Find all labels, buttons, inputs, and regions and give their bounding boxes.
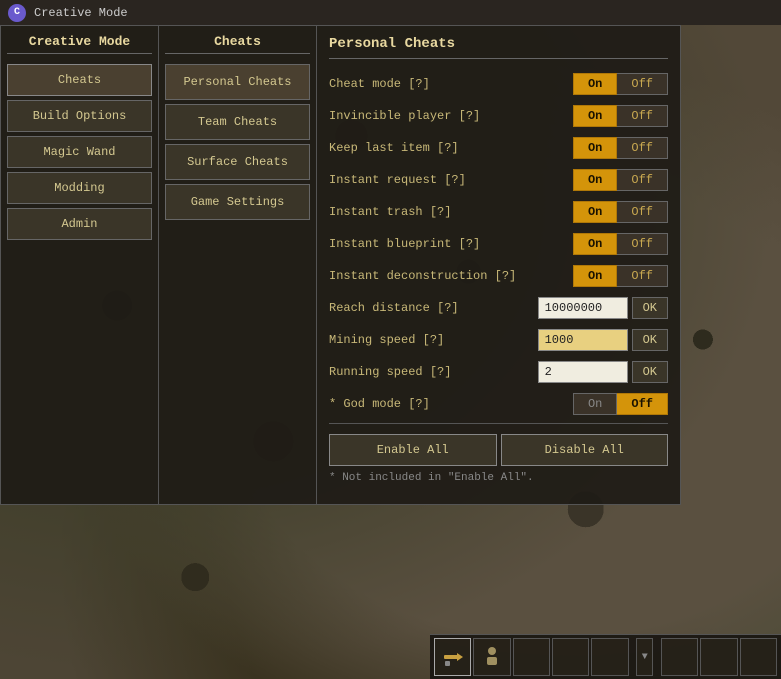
ok-mining-speed[interactable]: OK bbox=[632, 329, 668, 351]
ok-reach-distance[interactable]: OK bbox=[632, 297, 668, 319]
toggle-cheat-mode-off[interactable]: Off bbox=[617, 73, 668, 95]
toggle-keep-last-item: On Off bbox=[573, 137, 668, 159]
toolbar-slot-5[interactable] bbox=[591, 638, 628, 676]
toolbar-slot-2[interactable] bbox=[473, 638, 510, 676]
label-instant-trash: Instant trash [?] bbox=[329, 205, 573, 219]
separator bbox=[329, 423, 668, 424]
label-instant-deconstruction: Instant deconstruction [?] bbox=[329, 269, 573, 283]
option-reach-distance: Reach distance [?] OK bbox=[329, 295, 668, 321]
option-god-mode: * God mode [?] On Off bbox=[329, 391, 668, 417]
label-keep-last-item: Keep last item [?] bbox=[329, 141, 573, 155]
label-reach-distance: Reach distance [?] bbox=[329, 301, 538, 315]
panels-wrapper: Creative Mode Cheats Build Options Magic… bbox=[0, 25, 681, 505]
label-running-speed: Running speed [?] bbox=[329, 365, 538, 379]
ok-running-speed[interactable]: OK bbox=[632, 361, 668, 383]
nav-admin[interactable]: Admin bbox=[7, 208, 152, 240]
toggle-instant-request: On Off bbox=[573, 169, 668, 191]
label-mining-speed: Mining speed [?] bbox=[329, 333, 538, 347]
middle-panel-title: Cheats bbox=[165, 34, 310, 54]
left-panel: Creative Mode Cheats Build Options Magic… bbox=[0, 25, 158, 505]
toggle-instant-trash-on[interactable]: On bbox=[573, 201, 617, 223]
option-instant-request: Instant request [?] On Off bbox=[329, 167, 668, 193]
cheats-personal[interactable]: Personal Cheats bbox=[165, 64, 310, 100]
toolbar-icon-4 bbox=[557, 643, 585, 671]
toggle-cheat-mode-on[interactable]: On bbox=[573, 73, 617, 95]
input-reach-distance[interactable] bbox=[538, 297, 628, 319]
option-instant-blueprint: Instant blueprint [?] On Off bbox=[329, 231, 668, 257]
option-instant-trash: Instant trash [?] On Off bbox=[329, 199, 668, 225]
toolbar-icon-2 bbox=[478, 643, 506, 671]
app-icon: C bbox=[8, 4, 26, 22]
title-bar-text: Creative Mode bbox=[34, 6, 128, 20]
input-group-running: OK bbox=[538, 361, 668, 383]
toolbar-icon-1 bbox=[439, 643, 467, 671]
toggle-instant-blueprint-on[interactable]: On bbox=[573, 233, 617, 255]
footnote: * Not included in "Enable All". bbox=[329, 472, 668, 484]
action-buttons: Enable All Disable All bbox=[329, 434, 668, 466]
toolbar-slot-3[interactable] bbox=[513, 638, 550, 676]
cheats-game-settings[interactable]: Game Settings bbox=[165, 184, 310, 220]
toggle-keep-last-off[interactable]: Off bbox=[617, 137, 668, 159]
toggle-instant-request-on[interactable]: On bbox=[573, 169, 617, 191]
disable-all-button[interactable]: Disable All bbox=[501, 434, 669, 466]
toggle-cheat-mode: On Off bbox=[573, 73, 668, 95]
label-invincible-player: Invincible player [?] bbox=[329, 109, 573, 123]
toolbar-slot-6[interactable] bbox=[661, 638, 698, 676]
toggle-invincible-player: On Off bbox=[573, 105, 668, 127]
right-panel-title: Personal Cheats bbox=[329, 36, 668, 59]
toggle-instant-deconstruction-on[interactable]: On bbox=[573, 265, 617, 287]
toolbar-slot-8[interactable] bbox=[740, 638, 777, 676]
input-mining-speed[interactable] bbox=[538, 329, 628, 351]
option-keep-last-item: Keep last item [?] On Off bbox=[329, 135, 668, 161]
label-instant-request: Instant request [?] bbox=[329, 173, 573, 187]
toggle-instant-trash-off[interactable]: Off bbox=[617, 201, 668, 223]
cheats-team[interactable]: Team Cheats bbox=[165, 104, 310, 140]
toggle-instant-deconstruction-off[interactable]: Off bbox=[617, 265, 668, 287]
middle-panel: Cheats Personal Cheats Team Cheats Surfa… bbox=[158, 25, 316, 505]
toggle-instant-deconstruction: On Off bbox=[573, 265, 668, 287]
title-bar: C Creative Mode bbox=[0, 0, 781, 25]
toolbar-slot-1[interactable] bbox=[434, 638, 471, 676]
toolbar-icon-3 bbox=[517, 643, 545, 671]
option-instant-deconstruction: Instant deconstruction [?] On Off bbox=[329, 263, 668, 289]
option-cheat-mode: Cheat mode [?] On Off bbox=[329, 71, 668, 97]
nav-modding[interactable]: Modding bbox=[7, 172, 152, 204]
option-running-speed: Running speed [?] OK bbox=[329, 359, 668, 385]
label-cheat-mode: Cheat mode [?] bbox=[329, 77, 573, 91]
toolbar-slot-7[interactable] bbox=[700, 638, 737, 676]
toolbar-scroll-button[interactable]: ▼ bbox=[636, 638, 653, 676]
toggle-instant-trash: On Off bbox=[573, 201, 668, 223]
toolbar-icon-7 bbox=[705, 643, 733, 671]
toggle-god-mode-on[interactable]: On bbox=[573, 393, 617, 415]
toggle-instant-request-off[interactable]: Off bbox=[617, 169, 668, 191]
input-running-speed[interactable] bbox=[538, 361, 628, 383]
option-invincible-player: Invincible player [?] On Off bbox=[329, 103, 668, 129]
toggle-god-mode-off[interactable]: Off bbox=[617, 393, 668, 415]
nav-magic-wand[interactable]: Magic Wand bbox=[7, 136, 152, 168]
input-group-mining: OK bbox=[538, 329, 668, 351]
cheats-surface[interactable]: Surface Cheats bbox=[165, 144, 310, 180]
bottom-toolbar: ▼ bbox=[430, 634, 781, 679]
label-god-mode: * God mode [?] bbox=[329, 397, 573, 411]
toolbar-icon-6 bbox=[666, 643, 694, 671]
toolbar-icon-5 bbox=[596, 643, 624, 671]
left-panel-title: Creative Mode bbox=[7, 34, 152, 54]
input-group-reach: OK bbox=[538, 297, 668, 319]
toggle-instant-blueprint-off[interactable]: Off bbox=[617, 233, 668, 255]
option-mining-speed: Mining speed [?] OK bbox=[329, 327, 668, 353]
right-panel: Personal Cheats Cheat mode [?] On Off In… bbox=[316, 25, 681, 505]
toolbar-slot-4[interactable] bbox=[552, 638, 589, 676]
toggle-invincible-on[interactable]: On bbox=[573, 105, 617, 127]
toggle-god-mode: On Off bbox=[573, 393, 668, 415]
label-instant-blueprint: Instant blueprint [?] bbox=[329, 237, 573, 251]
nav-build-options[interactable]: Build Options bbox=[7, 100, 152, 132]
toggle-invincible-off[interactable]: Off bbox=[617, 105, 668, 127]
nav-cheats[interactable]: Cheats bbox=[7, 64, 152, 96]
toggle-keep-last-on[interactable]: On bbox=[573, 137, 617, 159]
enable-all-button[interactable]: Enable All bbox=[329, 434, 497, 466]
toggle-instant-blueprint: On Off bbox=[573, 233, 668, 255]
toolbar-icon-8 bbox=[744, 643, 772, 671]
